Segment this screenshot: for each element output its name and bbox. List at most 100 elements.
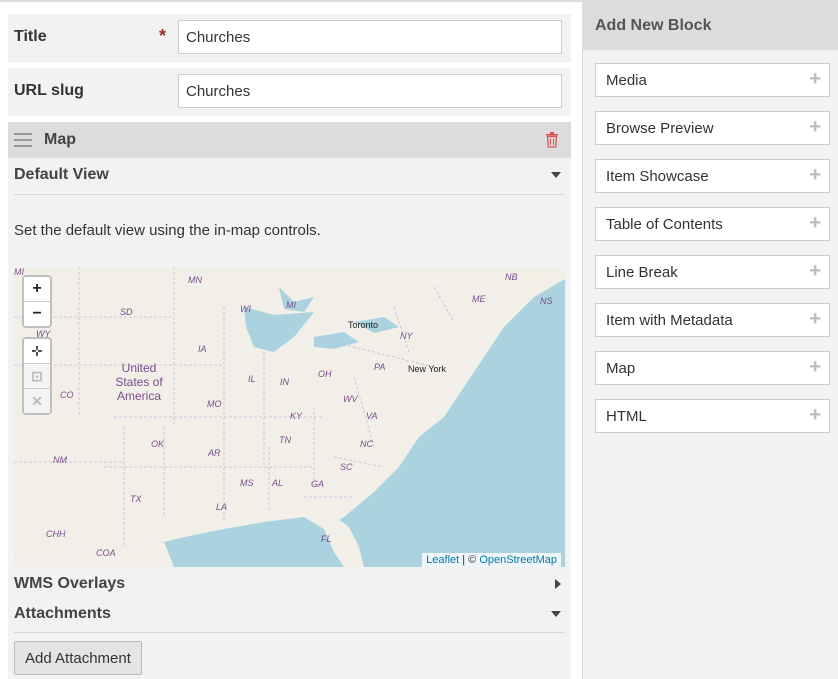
state-label: GA (311, 479, 325, 489)
country-label: United States of America (115, 361, 163, 403)
page-form: Title * URL slug (8, 14, 571, 122)
add-attachment-button[interactable]: Add Attachment (14, 641, 142, 675)
title-field-row: Title * (8, 14, 571, 62)
add-block-item-showcase[interactable]: Item Showcase + (595, 159, 830, 193)
block-type-label: Media (606, 72, 647, 89)
add-block-media[interactable]: Media + (595, 63, 830, 97)
city-label: Toronto (348, 320, 379, 330)
block-type-label: Item Showcase (606, 168, 709, 185)
default-view-help: Set the default view using the in-map co… (14, 222, 321, 239)
chevron-right-icon (555, 579, 561, 589)
state-label: COA (96, 548, 116, 558)
block-type-label: Browse Preview (606, 120, 714, 137)
required-indicator: * (159, 26, 167, 46)
state-label: SC (340, 462, 353, 472)
slug-label: URL slug (14, 82, 84, 99)
sidebar-title: Add New Block (595, 17, 712, 34)
state-label: OH (318, 369, 332, 379)
locate-icon[interactable]: ⊹ (24, 339, 50, 364)
state-label: MN (188, 275, 202, 285)
add-block-sidebar: Add New Block Media + Browse Preview + I… (582, 2, 838, 679)
map-block-header: Map (8, 122, 571, 158)
default-view-heading: Default View (14, 166, 109, 183)
plus-icon: + (809, 308, 821, 330)
state-label: NY (400, 331, 413, 341)
block-title: Map (44, 131, 76, 148)
state-label: NS (540, 296, 553, 306)
plus-icon: + (809, 164, 821, 186)
state-label: NC (360, 439, 373, 449)
state-label: KY (290, 411, 303, 421)
map-attribution: Leaflet | © OpenStreetMap (422, 553, 561, 567)
state-label: VA (366, 411, 378, 421)
state-label: MS (240, 478, 254, 488)
slug-input[interactable] (178, 74, 562, 108)
attribution-separator: | © (459, 554, 480, 566)
plus-icon: + (809, 68, 821, 90)
divider (14, 632, 565, 633)
drag-handle-icon[interactable] (14, 133, 32, 147)
fit-bounds-icon[interactable]: ⊡ (24, 364, 50, 389)
state-label: ME (472, 294, 486, 304)
state-label: PA (374, 362, 386, 372)
sidebar-header: Add New Block (583, 2, 838, 50)
chevron-down-icon (551, 611, 561, 617)
block-type-label: Map (606, 360, 636, 377)
block-type-label: Line Break (606, 264, 678, 281)
state-label: IL (248, 374, 256, 384)
plus-icon: + (809, 356, 821, 378)
state-label: CHH (46, 529, 66, 539)
trash-icon[interactable] (545, 132, 559, 148)
map-view[interactable]: MI MN SD WI MI IA IL IN OH PA NY ME NB N… (14, 267, 565, 567)
add-block-html[interactable]: HTML + (595, 399, 830, 433)
title-label: Title (14, 28, 47, 45)
state-label: TN (279, 435, 291, 445)
add-block-table-of-contents[interactable]: Table of Contents + (595, 207, 830, 241)
state-label: WI (240, 304, 251, 314)
plus-icon: + (809, 116, 821, 138)
zoom-out-button[interactable]: − (24, 302, 50, 326)
add-block-map[interactable]: Map + (595, 351, 830, 385)
state-label: TX (130, 494, 142, 504)
zoom-control: + − (22, 275, 52, 328)
state-label: IA (198, 344, 207, 354)
city-label: New York (408, 364, 447, 374)
zoom-in-button[interactable]: + (24, 277, 50, 302)
state-label: AL (272, 478, 284, 488)
default-view-toggle[interactable]: Default View (14, 162, 565, 190)
add-block-item-with-metadata[interactable]: Item with Metadata + (595, 303, 830, 337)
osm-link[interactable]: OpenStreetMap (479, 554, 557, 566)
state-label: FL (321, 534, 332, 544)
add-block-line-break[interactable]: Line Break + (595, 255, 830, 289)
attachments-heading: Attachments (14, 605, 111, 622)
title-input[interactable] (178, 20, 562, 54)
state-label: MO (207, 399, 222, 409)
leaflet-link[interactable]: Leaflet (426, 554, 459, 566)
divider (14, 194, 565, 195)
state-label: NM (53, 455, 67, 465)
plus-icon: + (809, 212, 821, 234)
slug-field-row: URL slug (8, 68, 571, 116)
state-label: SD (120, 307, 133, 317)
state-label: MI (286, 300, 296, 310)
chevron-down-icon (551, 172, 561, 178)
state-label: AR (208, 448, 221, 458)
block-type-label: Item with Metadata (606, 312, 733, 329)
attachments-toggle[interactable]: Attachments (14, 601, 565, 629)
wms-overlays-toggle[interactable]: WMS Overlays (14, 571, 565, 599)
state-label: NB (505, 272, 518, 282)
state-label: IN (280, 377, 289, 387)
plus-icon: + (809, 260, 821, 282)
state-label: CO (60, 390, 74, 400)
map-block: Map Default View Set the default view us… (8, 122, 571, 679)
plus-icon: + (809, 404, 821, 426)
view-control: ⊹ ⊡ ✕ (22, 337, 52, 415)
wms-overlays-heading: WMS Overlays (14, 575, 126, 592)
block-type-label: Table of Contents (606, 216, 723, 233)
block-type-label: HTML (606, 408, 647, 425)
add-block-browse-preview[interactable]: Browse Preview + (595, 111, 830, 145)
state-label: LA (216, 502, 228, 512)
state-label: WV (343, 394, 358, 404)
state-label: OK (151, 439, 165, 449)
clear-view-icon[interactable]: ✕ (24, 389, 50, 413)
